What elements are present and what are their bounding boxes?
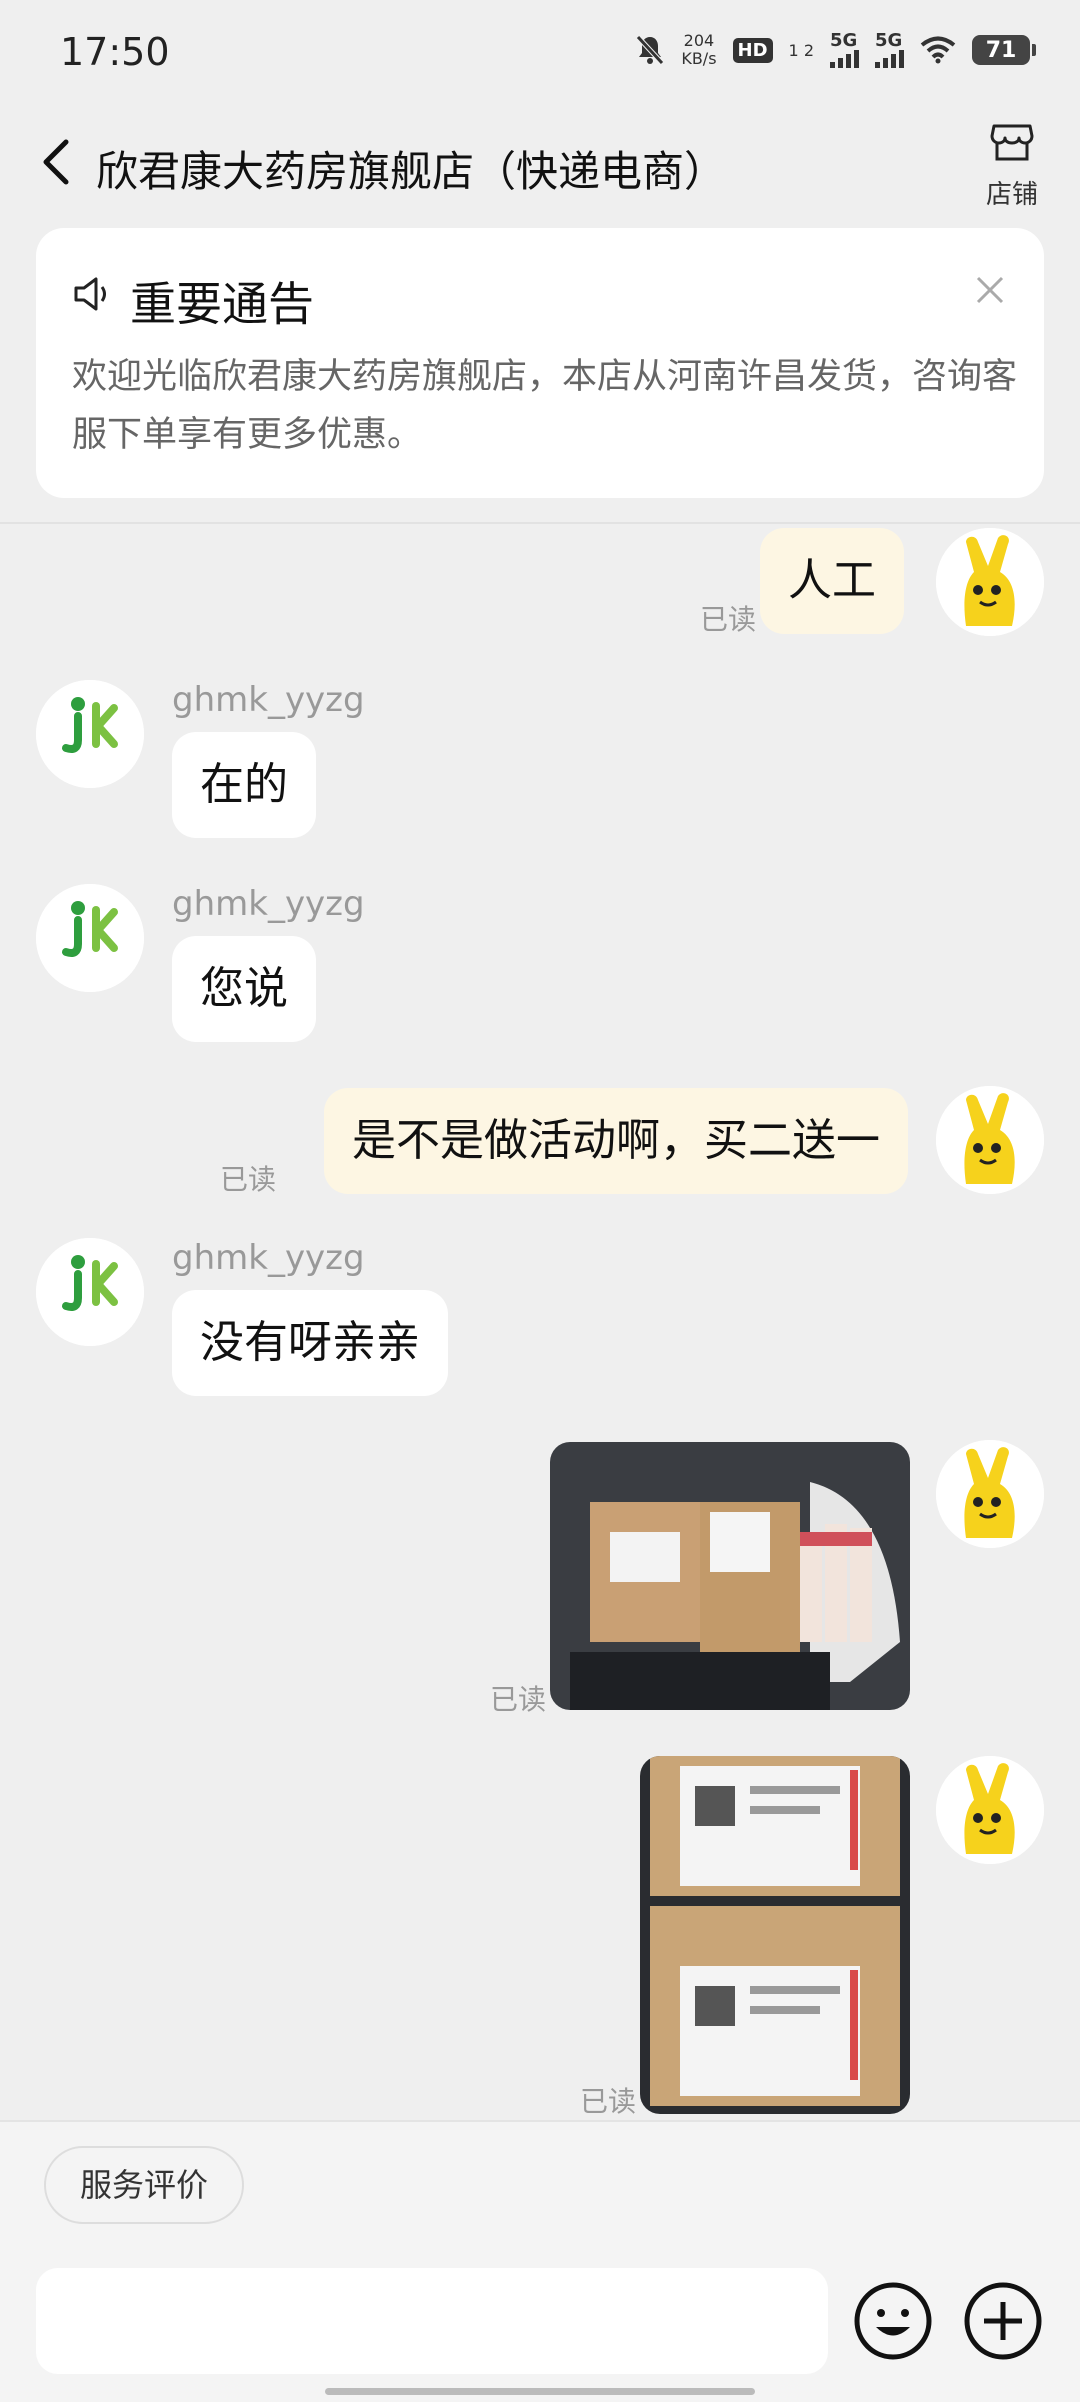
mascot-avatar-icon — [936, 1440, 1044, 1548]
close-icon[interactable] — [974, 274, 1006, 306]
announcement-text: 欢迎光临欣君康大药房旗舰店，本店从河南许昌发货，咨询客服下单享有更多优惠。 — [72, 357, 1018, 455]
speaker-icon — [74, 277, 106, 311]
network-speed: 204 KB/s — [681, 31, 717, 68]
status-icons: 204 KB/s HD 1 2 5G 5G 71 — [635, 31, 1036, 68]
photo-shipping-labels-image — [640, 1756, 910, 2114]
shop-button[interactable]: 店铺 — [972, 118, 1052, 218]
user-avatar[interactable] — [936, 528, 1044, 636]
sender-name: ghmk_yyzg — [172, 884, 365, 924]
store-icon — [990, 124, 1034, 161]
user-avatar[interactable] — [936, 1756, 1044, 1864]
status-bar: 17:50 204 KB/s HD 1 2 5G 5G 71 — [0, 0, 1080, 110]
sender-name: ghmk_yyzg — [172, 680, 365, 720]
emoji-button[interactable] — [852, 2280, 934, 2366]
mascot-avatar-icon — [936, 1086, 1044, 1194]
signal-5g-1: 5G — [830, 32, 859, 68]
pharmacy-logo-icon — [36, 680, 144, 788]
wifi-icon — [920, 36, 956, 64]
back-button[interactable] — [36, 132, 86, 192]
page-title: 欣君康大药房旗舰店（快递电商） — [96, 147, 727, 196]
shop-label: 店铺 — [985, 180, 1038, 210]
emoji-icon — [854, 2282, 932, 2360]
mascot-avatar-icon — [936, 528, 1044, 636]
user-avatar[interactable] — [936, 1086, 1044, 1194]
bottom-bar: 服务评价 — [0, 2120, 1080, 2402]
pharmacy-logo-icon — [36, 1238, 144, 1346]
sent-photo[interactable] — [550, 1442, 910, 1710]
shop-avatar[interactable] — [36, 680, 144, 788]
plus-icon — [964, 2282, 1042, 2360]
hd-badge: HD — [732, 37, 773, 63]
shop-avatar[interactable] — [36, 884, 144, 992]
service-rating-button[interactable]: 服务评价 — [44, 2146, 245, 2224]
status-time: 17:50 — [60, 30, 170, 74]
battery-indicator: 71 — [972, 35, 1036, 65]
home-indicator[interactable] — [325, 2388, 755, 2395]
sender-name: ghmk_yyzg — [172, 1238, 365, 1278]
read-receipt: 已读 — [700, 603, 757, 636]
shop-avatar[interactable] — [36, 1238, 144, 1346]
chat-header: 欣君康大药房旗舰店（快递电商） 店铺 — [0, 110, 1080, 220]
read-receipt: 已读 — [580, 2085, 637, 2118]
announcement-card: 重要通告 欢迎光临欣君康大药房旗舰店，本店从河南许昌发货，咨询客服下单享有更多优… — [36, 228, 1044, 498]
message-bubble-incoming[interactable]: 没有呀亲亲 — [172, 1290, 448, 1396]
mascot-avatar-icon — [936, 1756, 1044, 1864]
message-bubble-incoming[interactable]: 您说 — [172, 936, 316, 1042]
sent-photo[interactable] — [640, 1756, 910, 2114]
more-button[interactable] — [962, 2280, 1044, 2366]
user-avatar[interactable] — [936, 1440, 1044, 1548]
message-input[interactable] — [36, 2268, 828, 2374]
message-bubble-incoming[interactable]: 在的 — [172, 732, 316, 838]
mute-bell-icon — [636, 35, 665, 65]
announcement-title: 重要通告 — [130, 277, 314, 331]
read-receipt: 已读 — [220, 1163, 277, 1196]
back-arrow-icon — [43, 139, 69, 185]
signal-5g-2: 5G — [875, 32, 904, 68]
photo-packages-image — [550, 1442, 910, 1710]
hd-sub: 1 2 — [788, 40, 814, 60]
message-bubble-outgoing[interactable]: 人工 — [760, 528, 904, 634]
pharmacy-logo-icon — [36, 884, 144, 992]
divider — [0, 522, 1080, 524]
signal-bars-icon — [830, 50, 859, 68]
read-receipt: 已读 — [490, 1683, 547, 1716]
message-bubble-outgoing[interactable]: 是不是做活动啊，买二送一 — [324, 1088, 908, 1194]
signal-bars-icon — [875, 50, 904, 68]
